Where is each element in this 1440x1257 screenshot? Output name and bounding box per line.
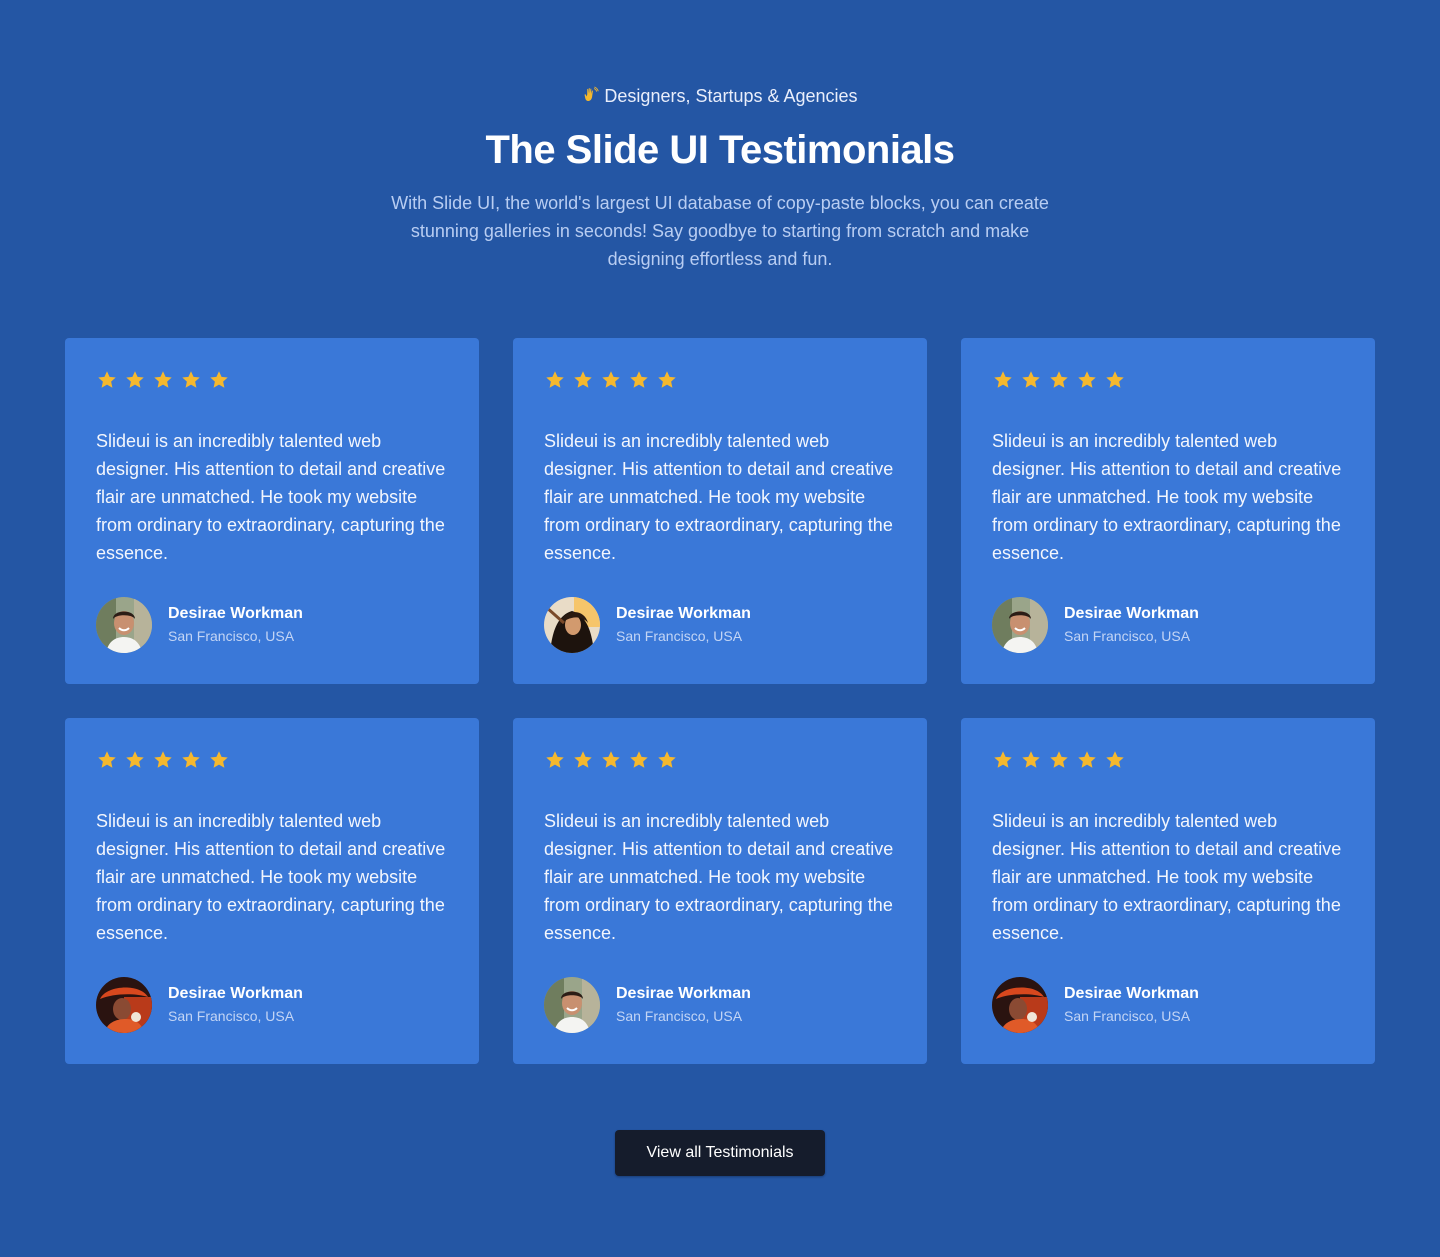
star-rating (992, 749, 1344, 771)
testimonial-quote: Slideui is an incredibly talented web de… (544, 811, 894, 943)
testimonial-author: Desirae Workman San Francisco, USA (992, 977, 1199, 1033)
testimonial-card: Slideui is an incredibly talented web de… (65, 718, 479, 1064)
testimonial-card: Slideui is an incredibly talented web de… (513, 338, 927, 684)
star-icon (628, 369, 650, 391)
page-title: The Slide UI Testimonials (485, 128, 955, 172)
waving-hand-icon (582, 85, 600, 109)
author-name: Desirae Workman (168, 605, 303, 622)
star-icon (992, 749, 1014, 771)
star-icon (180, 749, 202, 771)
star-icon (124, 749, 146, 771)
view-all-testimonials-button[interactable]: View all Testimonials (615, 1130, 825, 1176)
star-icon (572, 369, 594, 391)
star-icon (600, 749, 622, 771)
author-location: San Francisco, USA (616, 1008, 743, 1024)
star-rating (96, 369, 448, 391)
testimonial-card: Slideui is an incredibly talented web de… (65, 338, 479, 684)
eyebrow-text: Designers, Startups & Agencies (604, 86, 858, 106)
author-location: San Francisco, USA (1064, 628, 1191, 644)
star-icon (1048, 749, 1070, 771)
author-name: Desirae Workman (168, 985, 303, 1002)
author-name: Desirae Workman (616, 985, 751, 1002)
author-location: San Francisco, USA (168, 628, 295, 644)
star-icon (656, 369, 678, 391)
testimonial-quote: Slideui is an incredibly talented web de… (992, 811, 1342, 943)
star-icon (1048, 369, 1070, 391)
star-rating (992, 369, 1344, 391)
star-icon (1076, 749, 1098, 771)
testimonial-author: Desirae Workman San Francisco, USA (96, 977, 303, 1033)
author-location: San Francisco, USA (616, 628, 743, 644)
star-icon (656, 749, 678, 771)
author-name: Desirae Workman (1064, 985, 1199, 1002)
testimonial-card: Slideui is an incredibly talented web de… (961, 338, 1375, 684)
star-icon (1020, 369, 1042, 391)
star-icon (628, 749, 650, 771)
person-red-hat-avatar (992, 977, 1048, 1033)
star-icon (124, 369, 146, 391)
testimonial-author: Desirae Workman San Francisco, USA (96, 597, 303, 653)
star-icon (96, 749, 118, 771)
star-icon (992, 369, 1014, 391)
author-name: Desirae Workman (616, 605, 751, 622)
star-icon (1020, 749, 1042, 771)
testimonial-quote: Slideui is an incredibly talented web de… (96, 811, 446, 943)
testimonial-card: Slideui is an incredibly talented web de… (513, 718, 927, 1064)
star-icon (600, 369, 622, 391)
testimonial-card: Slideui is an incredibly talented web de… (961, 718, 1375, 1064)
author-location: San Francisco, USA (1064, 1008, 1191, 1024)
testimonial-grid: Slideui is an incredibly talented web de… (65, 338, 1375, 1064)
star-icon (544, 369, 566, 391)
testimonial-quote: Slideui is an incredibly talented web de… (544, 431, 894, 563)
testimonial-author: Desirae Workman San Francisco, USA (544, 597, 751, 653)
star-rating (544, 369, 896, 391)
author-name: Desirae Workman (1064, 605, 1199, 622)
testimonial-quote: Slideui is an incredibly talented web de… (96, 431, 446, 563)
star-icon (1104, 749, 1126, 771)
section-eyebrow: Designers, Startups & Agencies (0, 84, 1440, 109)
author-location: San Francisco, USA (168, 1008, 295, 1024)
woman-dark-hair-avatar (544, 597, 600, 653)
star-icon (152, 369, 174, 391)
person-red-hat-avatar (96, 977, 152, 1033)
section-subtitle: With Slide UI, the world's largest UI da… (391, 193, 1049, 269)
star-icon (180, 369, 202, 391)
man-smiling-avatar (544, 977, 600, 1033)
testimonial-author: Desirae Workman San Francisco, USA (992, 597, 1199, 653)
star-icon (1076, 369, 1098, 391)
testimonials-section: Designers, Startups & Agencies The Slide… (0, 0, 1440, 1257)
star-icon (152, 749, 174, 771)
testimonial-author: Desirae Workman San Francisco, USA (544, 977, 751, 1033)
star-icon (1104, 369, 1126, 391)
star-icon (208, 749, 230, 771)
star-icon (544, 749, 566, 771)
testimonial-quote: Slideui is an incredibly talented web de… (992, 431, 1342, 563)
man-smiling-avatar (992, 597, 1048, 653)
star-icon (96, 369, 118, 391)
star-rating (544, 749, 896, 771)
star-rating (96, 749, 448, 771)
man-smiling-avatar (96, 597, 152, 653)
star-icon (572, 749, 594, 771)
star-icon (208, 369, 230, 391)
